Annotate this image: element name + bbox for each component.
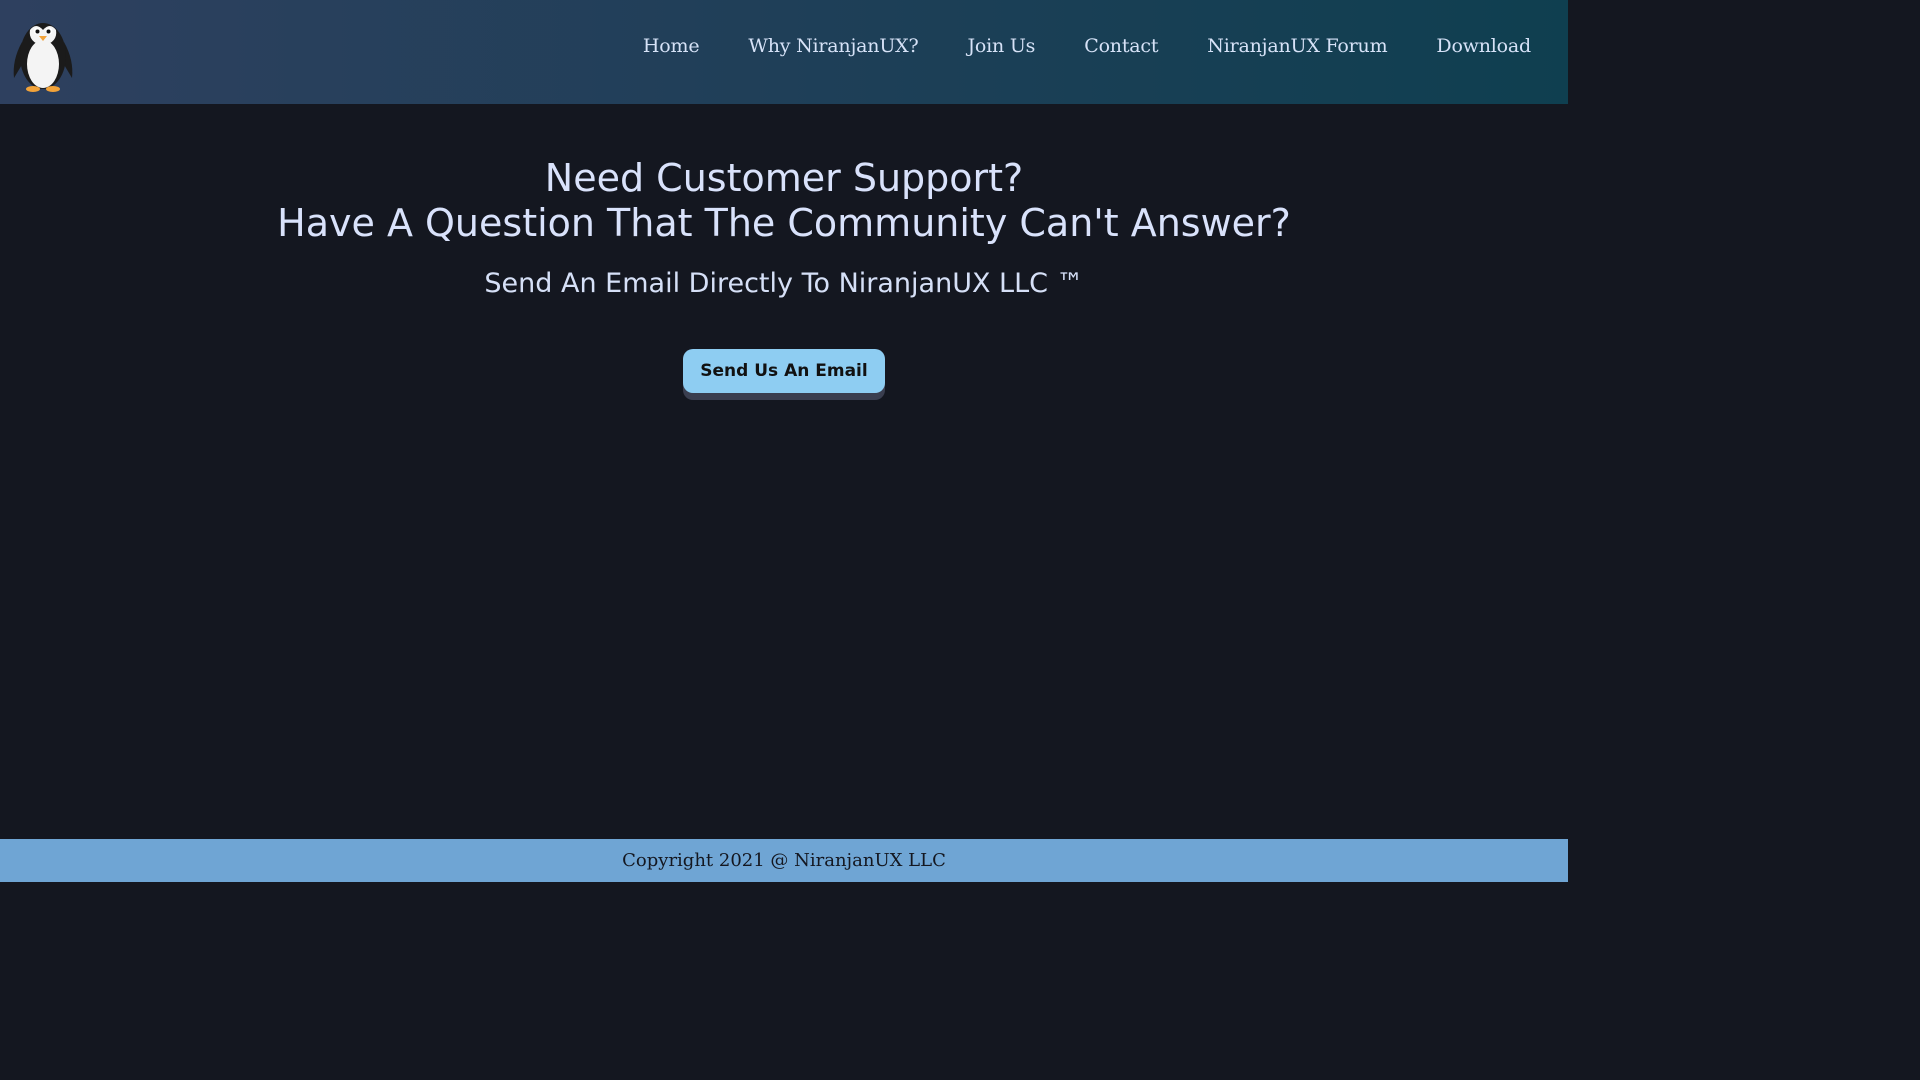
support-section: Need Customer Support? Have A Question T…: [0, 104, 1568, 839]
logo-link[interactable]: [10, 8, 76, 94]
main-nav: Home Why NiranjanUX? Join Us Contact Nir…: [594, 0, 1568, 104]
nav-why-niranjanux[interactable]: Why NiranjanUX?: [748, 35, 918, 57]
nav-contact[interactable]: Contact: [1084, 35, 1158, 57]
penguin-icon: [13, 23, 73, 92]
headline-line-1: Need Customer Support?: [544, 156, 1024, 200]
nav-download[interactable]: Download: [1436, 35, 1531, 57]
copyright-text: Copyright 2021 @ NiranjanUX LLC: [622, 850, 946, 871]
subheadline: Send An Email Directly To NiranjanUX LLC…: [484, 268, 1084, 299]
nav-forum[interactable]: NiranjanUX Forum: [1207, 35, 1387, 57]
footer: Copyright 2021 @ NiranjanUX LLC: [0, 839, 1568, 882]
headline-line-2: Have A Question That The Community Can't…: [277, 201, 1291, 245]
send-email-button[interactable]: Send Us An Email: [683, 349, 885, 393]
nav-join-us[interactable]: Join Us: [967, 35, 1035, 57]
top-navbar: Home Why NiranjanUX? Join Us Contact Nir…: [0, 0, 1568, 104]
nav-home[interactable]: Home: [643, 35, 700, 57]
